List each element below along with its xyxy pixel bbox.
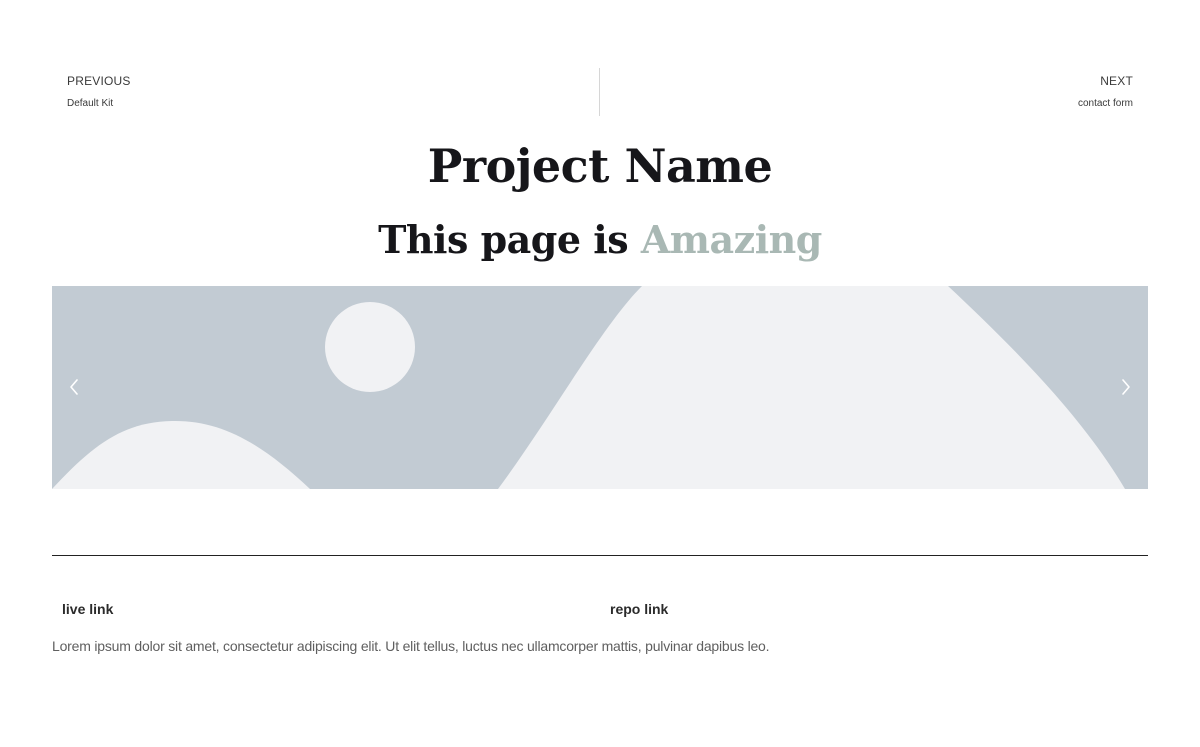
post-navigation: PREVIOUS Default Kit NEXT contact form <box>52 68 1148 116</box>
next-title: contact form <box>1077 98 1133 109</box>
image-slider <box>52 286 1148 489</box>
slider-prev-button[interactable] <box>62 372 86 402</box>
chevron-right-icon <box>1122 379 1130 395</box>
previous-post-link[interactable]: PREVIOUS Default Kit <box>67 74 131 110</box>
page-title: Project Name <box>427 139 773 193</box>
section-divider <box>52 555 1148 556</box>
page: PREVIOUS Default Kit NEXT contact form P… <box>0 0 1200 747</box>
live-link[interactable]: live link <box>62 601 113 617</box>
project-description: Lorem ipsum dolor sit amet, consectetur … <box>52 638 770 654</box>
nav-separator <box>599 68 600 116</box>
tagline-prefix: This page is <box>378 217 629 262</box>
tagline-highlight: Amazing <box>640 217 823 262</box>
repo-link[interactable]: repo link <box>610 601 668 617</box>
previous-title: Default Kit <box>67 98 114 109</box>
next-post-link[interactable]: NEXT contact form <box>1078 74 1133 110</box>
next-label: NEXT <box>1100 74 1133 88</box>
image-placeholder-icon <box>52 286 1148 489</box>
tagline: This page is Amazing <box>0 212 1200 268</box>
chevron-left-icon <box>70 379 78 395</box>
previous-label: PREVIOUS <box>67 74 131 88</box>
slider-next-button[interactable] <box>1114 372 1138 402</box>
